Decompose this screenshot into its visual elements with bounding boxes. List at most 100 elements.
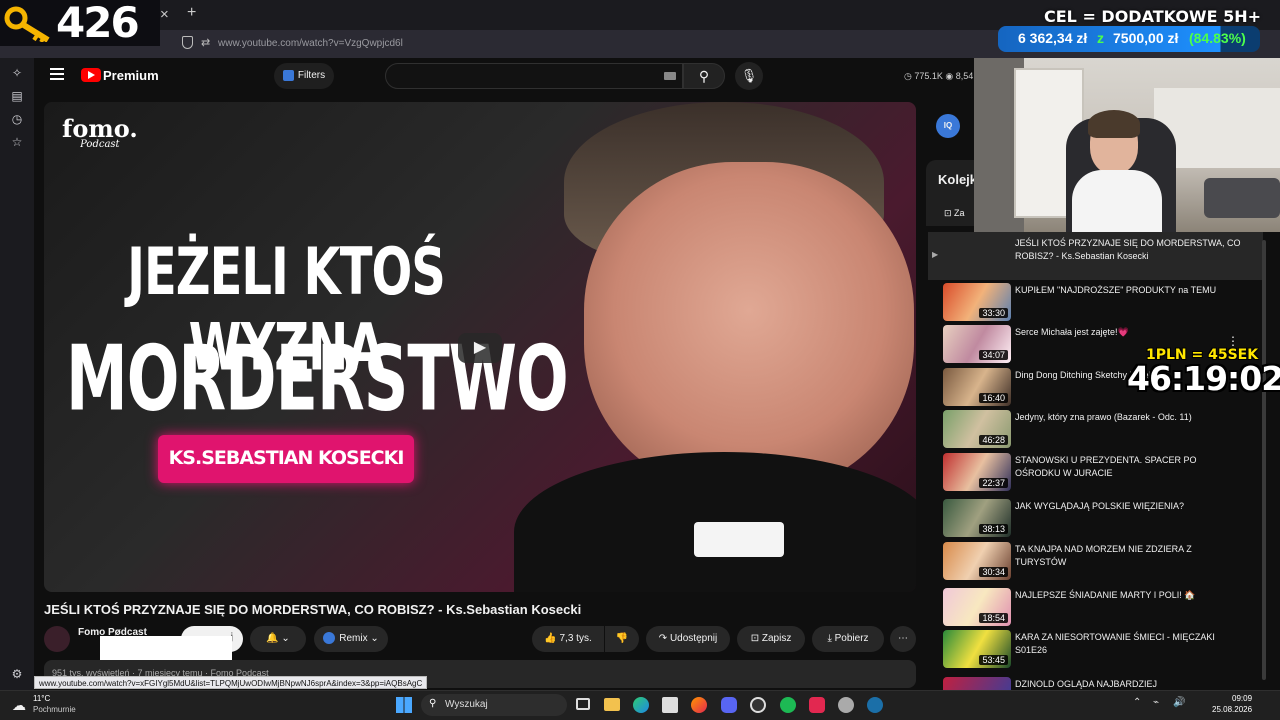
obs-icon[interactable] — [750, 697, 766, 713]
file-explorer-icon[interactable] — [604, 698, 620, 711]
bookmark-small-icon: ⊡ — [944, 208, 955, 218]
firefox-icon[interactable] — [691, 697, 707, 713]
queue-item-title: KARA ZA NIESORTOWANIE ŚMIECI - MIĘCZAKI … — [1015, 632, 1215, 655]
channel-avatar[interactable] — [44, 626, 70, 652]
keyboard-icon[interactable] — [664, 72, 676, 80]
more-vert-icon[interactable]: ⋮ — [1227, 334, 1239, 348]
queue-thumbnail: 22:37 — [943, 453, 1011, 491]
remix-label: Remix — [339, 633, 368, 644]
save-label: Zapisz — [761, 633, 792, 644]
store-icon[interactable] — [662, 697, 678, 713]
queue-item-current[interactable]: ▶ JEŚLI KTOŚ PRZYZNAJE SIĘ DO MORDERSTWA… — [928, 232, 1263, 280]
queue-item[interactable]: 53:45 KARA ZA NIESORTOWANIE ŚMIECI - MIĘ… — [928, 629, 1263, 669]
queue-item-title: Serce Michała jest zajęte!💗 — [1015, 327, 1129, 337]
thumbnail-collar — [694, 522, 784, 557]
bookmark-icon: ⊡ — [750, 633, 762, 644]
queue-thumbnail: 33:30 — [943, 283, 1011, 321]
goal-percent: (84.83%) — [1189, 30, 1246, 46]
edge-icon[interactable] — [633, 697, 649, 713]
filters-button[interactable]: Filters — [274, 63, 334, 89]
queue-scrollbar[interactable] — [1262, 240, 1266, 680]
queue-item[interactable]: 33:30 KUPIŁEM "NAJDROŻSZE" PRODUKTY na T… — [928, 282, 1263, 322]
windows-start-icon[interactable] — [396, 697, 412, 713]
settings-icon[interactable]: ⚙ — [9, 666, 25, 682]
goal-bar: 6 362,34 zł z 7500,00 zł (84.83%) — [998, 26, 1260, 52]
other-stat: 8,54 — [955, 71, 974, 81]
queue-duration: 46:28 — [979, 435, 1008, 445]
new-tab-button[interactable]: + — [187, 4, 196, 22]
thumbnail-face — [584, 162, 914, 492]
discord-icon[interactable] — [721, 697, 737, 713]
goal-current: 6 362,34 zł — [1018, 30, 1088, 46]
queue-header: Kolejk ⊡ Za — [926, 160, 977, 226]
volume-icon[interactable]: 🔊 — [1173, 697, 1185, 708]
remix-button[interactable]: Remix ⌄ — [314, 626, 388, 652]
views-stat: ◷ 775.1K ◉ 8,54 — [904, 71, 974, 81]
queue-item[interactable]: 30:34 TA KNAJPA NAD MORZEM NIE ZDZIERA Z… — [928, 541, 1263, 581]
tiktok-icon[interactable] — [809, 697, 825, 713]
queue-duration: 22:37 — [979, 478, 1008, 488]
bookmarks-icon[interactable]: ▤ — [9, 88, 25, 104]
thumbnail-name-tag: KS.SEBASTIAN KOSECKI — [158, 435, 414, 483]
url-text[interactable]: www.youtube.com/watch?v=VzgQwpjcd6l — [218, 38, 403, 49]
notifications-button[interactable]: 🔔 ⌄ — [250, 626, 306, 652]
queue-save-button[interactable]: ⊡ Za — [944, 208, 965, 219]
star-icon[interactable]: ☆ — [9, 134, 25, 150]
queue-item[interactable]: 22:37 STANOWSKI U PREZYDENTA. SPACER PO … — [928, 452, 1263, 492]
youtube-premium-label[interactable]: Premium — [103, 68, 159, 83]
tray-chevron-icon[interactable]: ⌃ — [1133, 697, 1141, 708]
video-player[interactable]: fomo. Podcast JEŻELI KTOŚ WYZNA MORDERST… — [44, 102, 916, 592]
webcam-person-body — [1072, 170, 1162, 232]
sparkle-icon[interactable]: ✧ — [9, 65, 25, 81]
counter-overlay: 426 — [0, 0, 160, 47]
share-label: Udostępnij — [669, 633, 718, 644]
history-icon[interactable]: ◷ — [9, 111, 25, 127]
clock-time[interactable]: 09:09 — [1232, 694, 1252, 703]
fomo-logo: fomo. Podcast — [62, 114, 138, 150]
queue-item[interactable]: 18:54 NAJLEPSZE ŚNIADANIE MARTY I POLI! … — [928, 587, 1263, 627]
taskbar-search-input[interactable]: ⚲ Wyszukaj — [421, 694, 567, 716]
queue-item[interactable]: DZINOLD OGLĄDA NAJBARDZIEJ — [928, 676, 1263, 690]
save-button[interactable]: ⊡ Zapisz — [737, 626, 805, 652]
queue-duration: 33:30 — [979, 308, 1008, 318]
voice-search-button[interactable]: 🎙 — [735, 62, 763, 90]
queue-duration: 18:54 — [979, 613, 1008, 623]
steam-icon[interactable] — [867, 697, 883, 713]
queue-item-title: STANOWSKI U PREZYDENTA. SPACER PO OŚRODK… — [1015, 455, 1197, 478]
status-url: www.youtube.com/watch?v=xFGIYgl5MdU&list… — [34, 676, 428, 689]
menu-icon[interactable] — [50, 68, 64, 80]
queue-item[interactable]: 46:28 Jedyny, który zna prawo (Bazarek -… — [928, 409, 1263, 449]
thumbs-down-icon: 👎 — [615, 633, 629, 644]
search-button[interactable]: ⚲ — [683, 63, 725, 89]
donation-goal-overlay: CEL = DODATKOWE 5H+ 6 362,34 zł z 7500,0… — [998, 4, 1280, 52]
goal-of: z — [1097, 30, 1104, 46]
youtube-logo-icon[interactable] — [81, 68, 101, 82]
taskbar-search-icon: ⚲ — [429, 698, 437, 709]
queue-duration: 16:40 — [979, 393, 1008, 403]
subathon-timer: 46:19:02 — [1127, 359, 1280, 398]
like-button[interactable]: 👍 7,3 tys. — [532, 626, 604, 652]
clock-date[interactable]: 25.08.2026 — [1212, 705, 1252, 714]
filters-label: Filters — [297, 70, 326, 81]
queue-thumbnail: 30:34 — [943, 542, 1011, 580]
more-icon: ⋯ — [898, 633, 908, 644]
spotify-icon[interactable] — [780, 697, 796, 713]
queue-item-title: DZINOLD OGLĄDA NAJBARDZIEJ — [1015, 679, 1158, 689]
more-actions-button[interactable]: ⋯ — [890, 626, 916, 652]
queue-item-title: TA KNAJPA NAD MORZEM NIE ZDZIERA Z TURYS… — [1015, 544, 1192, 567]
queue-thumbnail: 46:28 — [943, 410, 1011, 448]
iq-side-button[interactable]: IQ — [936, 114, 960, 138]
play-button[interactable]: ▶ — [458, 333, 502, 363]
search-input[interactable] — [385, 63, 683, 89]
key-icon — [4, 6, 52, 44]
thumbnail-line2: MORDERSTWO — [66, 325, 569, 432]
queue-item[interactable]: 38:13 JAK WYGLĄDAJĄ POLSKIE WIĘZIENIA? — [928, 498, 1263, 538]
download-icon: ⤓ — [827, 633, 835, 644]
share-button[interactable]: ↷ Udostępnij — [646, 626, 730, 652]
gear-app-icon[interactable] — [838, 697, 854, 713]
download-button[interactable]: ⤓ Pobierz — [812, 626, 884, 652]
queue-duration: 34:07 — [979, 350, 1008, 360]
network-icon[interactable]: ⌁ — [1153, 697, 1159, 708]
task-view-icon[interactable] — [576, 698, 590, 710]
dislike-button[interactable]: 👎 — [605, 626, 639, 652]
